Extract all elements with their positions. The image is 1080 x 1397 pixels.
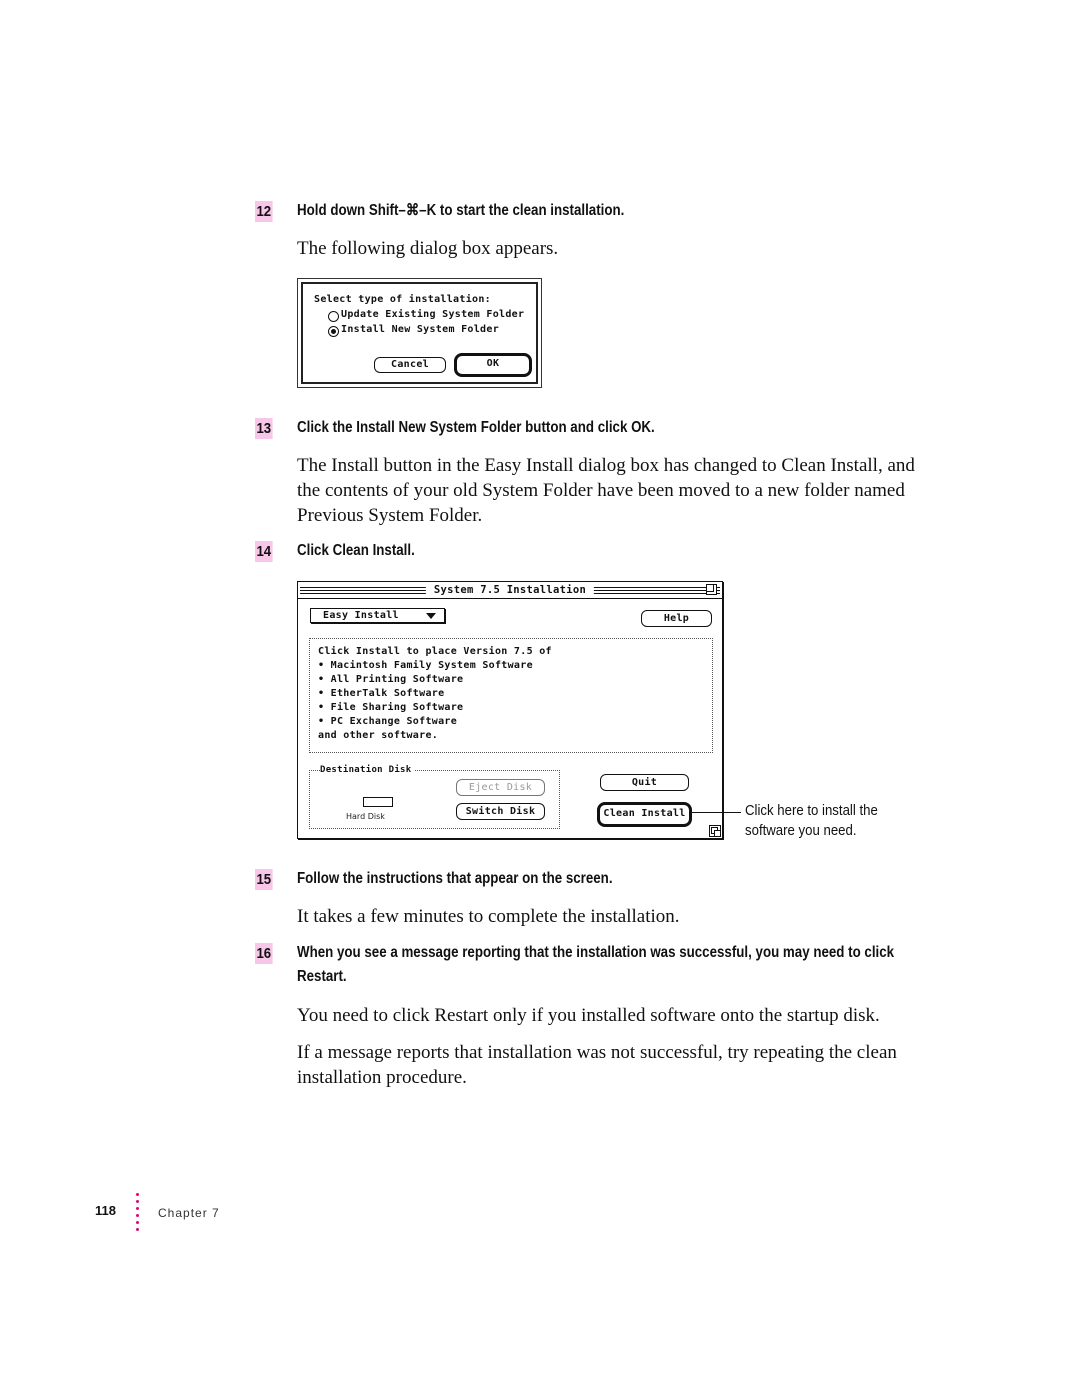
description-box: Click Install to place Version 7.5 of • … [309, 638, 713, 753]
description-line: • EtherTalk Software [318, 688, 445, 699]
radio-label: Install New System Folder [341, 324, 500, 335]
description-line: • Macintosh Family System Software [318, 660, 533, 671]
clean-install-button[interactable]: Clean Install [601, 806, 688, 823]
popup-arrow-icon [426, 613, 436, 619]
disk-name: Hard Disk [346, 812, 385, 821]
cancel-button[interactable]: Cancel [374, 357, 446, 373]
description-line: • All Printing Software [318, 674, 464, 685]
callout-line-1: Click here to install the [745, 802, 878, 819]
description-line: and other software. [318, 730, 439, 741]
step-heading: Click Clean Install. [297, 542, 415, 559]
description-line: Click Install to place Version 7.5 of [318, 646, 552, 657]
callout-line-2: software you need. [745, 822, 857, 839]
destination-disk-group: Destination Disk Hard Disk Eject Disk Sw… [309, 764, 560, 829]
ok-button[interactable]: OK [458, 357, 528, 373]
popup-value: Easy Install [323, 610, 399, 621]
callout-line [691, 812, 741, 813]
footer-dot-divider [136, 1193, 140, 1235]
destination-label: Destination Disk [320, 764, 414, 776]
radio-update-existing[interactable] [328, 311, 339, 322]
chapter-label: Chapter 7 [158, 1206, 220, 1220]
quit-button[interactable]: Quit [600, 774, 689, 791]
step-number-badge: 12 [255, 201, 273, 222]
step-heading: When you see a message reporting that th… [297, 944, 895, 985]
switch-disk-button[interactable]: Switch Disk [456, 803, 545, 820]
hard-disk-icon[interactable] [363, 797, 393, 807]
step-heading: Follow the instructions that appear on t… [297, 870, 613, 887]
step-paragraph: If a message reports that installation w… [297, 1042, 897, 1088]
install-type-dialog: Select type of installation: Update Exis… [297, 278, 542, 388]
step-paragraph: The following dialog box appears. [297, 238, 559, 259]
description-line: • PC Exchange Software [318, 716, 458, 727]
step-heading: Hold down Shift–⌘–K to start the clean i… [297, 202, 625, 219]
eject-disk-button: Eject Disk [456, 779, 545, 796]
installer-window: System 7.5 Installation Easy Install Hel… [297, 581, 723, 839]
install-mode-popup[interactable]: Easy Install [310, 608, 445, 623]
page-number: 118 [95, 1203, 116, 1218]
step-number-badge: 14 [255, 541, 273, 562]
dialog-prompt: Select type of installation: [314, 294, 491, 305]
step-number-badge: 16 [255, 943, 273, 964]
zoom-box-icon[interactable] [706, 584, 717, 595]
window-title: System 7.5 Installation [425, 583, 595, 598]
step-paragraph: It takes a few minutes to complete the i… [297, 906, 680, 927]
description-line: • File Sharing Software [318, 702, 464, 713]
callout-text: Click here to install the software you n… [745, 801, 878, 841]
radio-label: Update Existing System Folder [341, 309, 525, 320]
step-paragraph: You need to click Restart only if you in… [297, 1005, 880, 1026]
step-number-badge: 13 [255, 418, 273, 439]
step-paragraph: The Install button in the Easy Install d… [297, 455, 915, 526]
help-button[interactable]: Help [641, 610, 712, 627]
radio-install-new[interactable] [328, 326, 339, 337]
step-heading: Click the Install New System Folder butt… [297, 419, 655, 436]
resize-box-icon[interactable] [709, 825, 721, 837]
step-number-badge: 15 [255, 869, 273, 890]
title-bar[interactable]: System 7.5 Installation [298, 582, 722, 599]
